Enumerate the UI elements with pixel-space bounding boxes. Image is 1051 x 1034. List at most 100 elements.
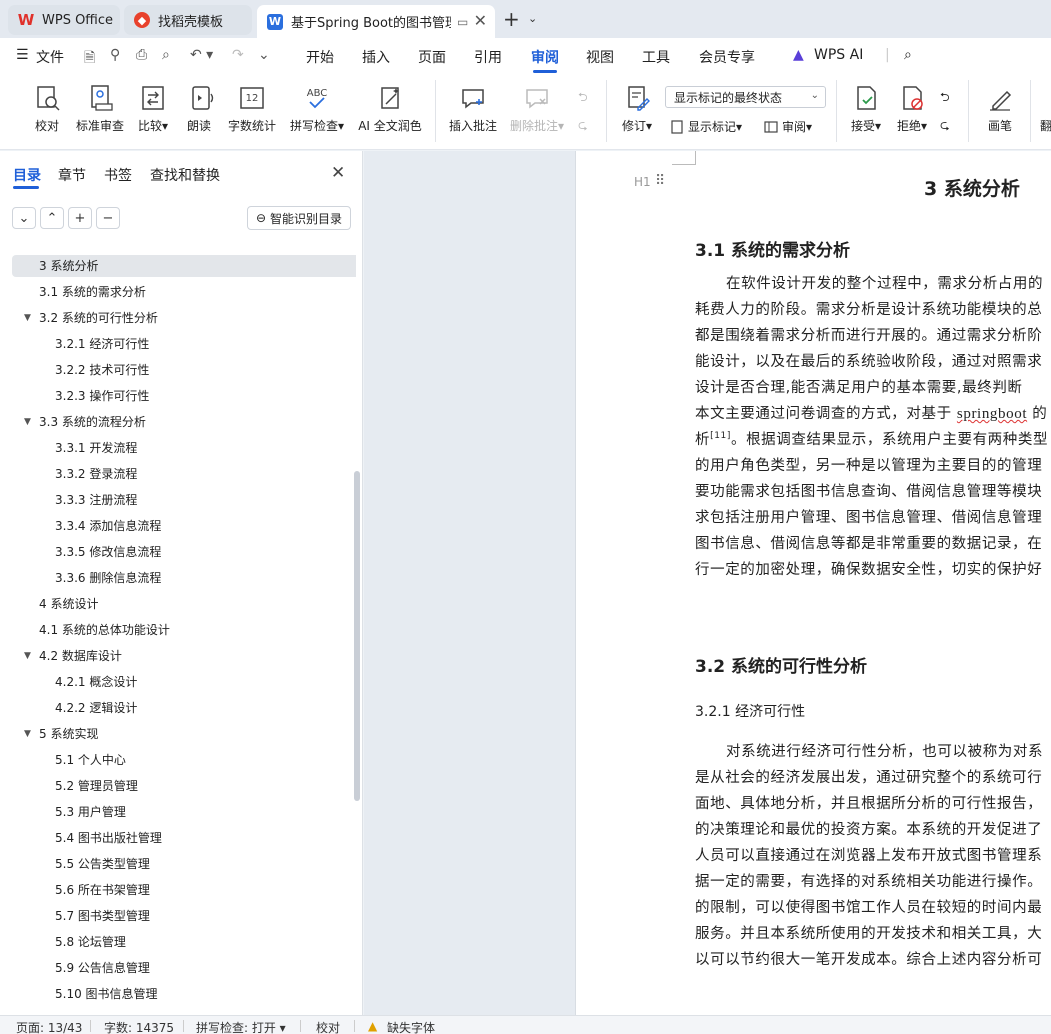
toc-item[interactable]: 3.2.1 经济可行性 [0,333,356,355]
toc-item[interactable]: 3.3.4 添加信息流程 [0,515,356,537]
toc-item[interactable]: 4.2.1 概念设计 [0,671,356,693]
toc-item[interactable]: 5.8 论坛管理 [0,931,356,953]
menu-file[interactable]: 文件 [36,47,64,67]
toc-item[interactable]: 3.3.5 修改信息流程 [0,541,356,563]
wps-ai-icon[interactable]: ▲ [793,47,804,63]
nav-tab-toc[interactable]: 目录 [13,165,41,185]
toc-item[interactable]: 5.6 所在书架管理 [0,879,356,901]
toc-item[interactable]: 5.7 图书类型管理 [0,905,356,927]
read-aloud-button[interactable]: 朗读 [186,82,214,134]
toc-item[interactable]: 3 系统分析 [12,255,356,277]
menu-view[interactable]: 视图 [586,47,614,67]
toc-item[interactable]: ▼ 3.2 系统的可行性分析 [0,307,356,329]
nav-tab-sections[interactable]: 章节 [58,165,86,185]
word-count-indicator[interactable]: 字数: 14375 [104,1019,174,1034]
new-tab-plus-icon[interactable]: + [503,7,520,31]
reject-button[interactable]: 拒绝▾ [893,82,931,134]
previous-change-icon[interactable]: ⮌ [940,88,950,109]
spelling-flag-word[interactable]: springboot [957,406,1027,422]
page-indicator[interactable]: 页面: 13/43 [16,1019,82,1034]
toc-item[interactable]: 3.3.3 注册流程 [0,489,356,511]
tab-template[interactable]: ◆ 找稻壳模板 [124,5,252,35]
menu-wps-ai[interactable]: WPS AI [814,47,863,63]
toc-item[interactable]: 3.3.6 删除信息流程 [0,567,356,589]
tab-document[interactable]: W 基于Spring Boot的图书管理 ▭ ✕ [257,5,495,38]
add-heading-plus-icon[interactable]: + [68,207,92,229]
proof-status[interactable]: 校对 [316,1019,340,1034]
toc-item[interactable]: 4.1 系统的总体功能设计 [0,619,356,641]
expand-all-chevron-down-icon[interactable]: ⌄ [12,207,36,229]
nav-tab-bookmarks[interactable]: 书签 [104,165,132,185]
markup-display-select[interactable]: 显示标记的最终状态 ⌄ [665,86,826,108]
chevron-down-icon[interactable]: ⌄ [528,12,537,25]
proofread-button[interactable]: 校对 [30,82,64,134]
menu-start[interactable]: 开始 [306,47,334,67]
save-icon[interactable]: 🗎 [84,47,95,71]
citation[interactable]: [11] [710,431,731,441]
print-preview-icon[interactable]: ⌕ [162,47,170,63]
review-pane-button[interactable]: 审阅 ▾ [764,118,812,135]
hamburger-menu-icon[interactable]: ☰ [16,47,29,63]
toc-item[interactable]: 5.3 用户管理 [0,801,356,823]
document-page[interactable]: H1 ⠿ 3 系统分析 3.1 系统的需求分析 3.2 系统的可行性分析 3.2… [575,151,1051,1015]
toc-item[interactable]: ▼ 3.3 系统的流程分析 [0,411,356,433]
toc-item[interactable]: ▼ 4.2 数据库设计 [0,645,356,667]
next-change-icon[interactable]: ⮎ [940,116,950,137]
toc-item[interactable]: 5.10 图书信息管理 [0,983,356,1005]
close-tab-icon[interactable]: ✕ [474,11,487,30]
toc-item[interactable]: 5.9 公告信息管理 [0,957,356,979]
toc-item[interactable]: 3.2.3 操作可行性 [0,385,356,407]
next-comment-icon[interactable]: ⮎ [578,116,588,137]
ai-polish-button[interactable]: AI 全文润色 [357,82,423,134]
toc-item[interactable]: 3.1 系统的需求分析 [0,281,356,303]
accept-button[interactable]: 接受▾ [847,82,885,134]
redo-icon[interactable]: ↷ [232,47,244,63]
missing-font-status[interactable]: 缺失字体 [387,1019,435,1034]
expand-arrow-icon[interactable]: ▼ [24,307,31,329]
toc-item[interactable]: 5.2 管理员管理 [0,775,356,797]
word-count-button[interactable]: 12 字数统计 [227,82,277,134]
compare-button[interactable]: 比较▾ [135,82,171,134]
undo-icon[interactable]: ↶ ▾ [190,47,213,63]
share-icon[interactable]: ⚲ [110,47,120,63]
toc-item[interactable]: 4 系统设计 [0,593,356,615]
toc-item[interactable]: 4.2.2 逻辑设计 [0,697,356,719]
remove-heading-minus-icon[interactable]: − [96,207,120,229]
menu-review[interactable]: 审阅 [531,47,559,67]
smart-toc-button[interactable]: ⊖ 智能识别目录 [247,206,351,230]
drag-handle-icon[interactable]: ⠿ [655,173,665,189]
toc-item[interactable]: 3.3.2 登录流程 [0,463,356,485]
toc-item[interactable]: 5.1 个人中心 [0,749,356,771]
insert-comment-button[interactable]: 插入批注 [448,82,498,134]
expand-arrow-icon[interactable]: ▼ [24,645,31,667]
toc-item[interactable]: ▼ 5 系统实现 [0,723,356,745]
standard-review-button[interactable]: 标准审查 [75,82,125,134]
delete-comment-button[interactable]: 删除批注▾ [508,82,566,134]
print-icon[interactable]: ⎙ [136,47,147,63]
menu-member[interactable]: 会员专享 [699,47,755,67]
menu-reference[interactable]: 引用 [474,47,502,67]
toc-scrollbar[interactable] [354,471,360,801]
toc-item[interactable]: 3.2.2 技术可行性 [0,359,356,381]
tab-wps-office[interactable]: W WPS Office [8,5,120,35]
show-markup-button[interactable]: 显示标记 ▾ [670,118,742,135]
more-chevron-icon[interactable]: ⌄ [258,47,270,63]
translate-button[interactable]: 翻 [1040,82,1051,134]
toc-item[interactable]: 5.4 图书出版社管理 [0,827,356,849]
close-icon[interactable]: ✕ [331,163,345,183]
spell-check-button[interactable]: ABC 拼写检查▾ [287,82,347,134]
pen-button[interactable]: 画笔 [984,82,1016,134]
previous-comment-icon[interactable]: ⮌ [578,88,588,109]
toc-item[interactable]: 3.3.1 开发流程 [0,437,356,459]
menu-tools[interactable]: 工具 [642,47,670,67]
collapse-chevron-up-icon[interactable]: ⌃ [40,207,64,229]
window-mode-icon[interactable]: ▭ [457,15,468,29]
spell-check-status[interactable]: 拼写检查: 打开 ▾ [196,1019,286,1034]
toc-item[interactable]: 5.5 公告类型管理 [0,853,356,875]
expand-arrow-icon[interactable]: ▼ [24,723,31,745]
menu-page[interactable]: 页面 [418,47,446,67]
search-icon[interactable]: ⌕ [904,47,912,63]
nav-tab-find-replace[interactable]: 查找和替换 [150,165,220,185]
menu-insert[interactable]: 插入 [362,47,390,67]
expand-arrow-icon[interactable]: ▼ [24,411,31,433]
